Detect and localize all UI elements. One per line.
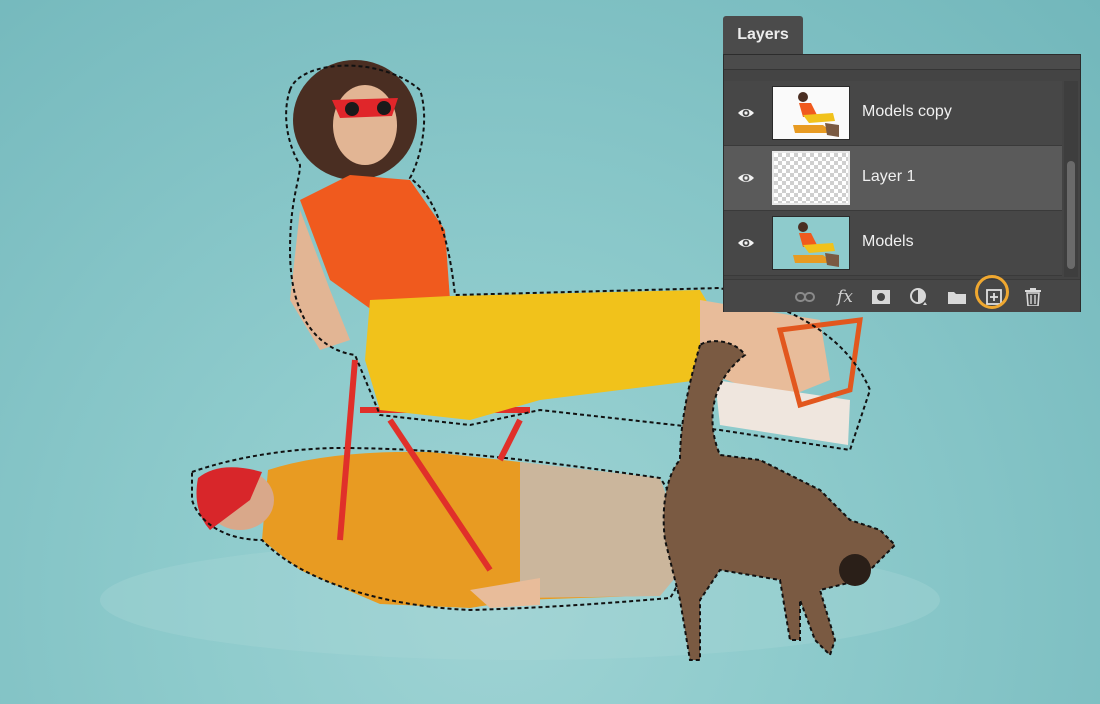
fx-icon: fx — [837, 287, 853, 307]
layer-name[interactable]: Models — [862, 233, 914, 251]
layer-thumbnail — [772, 86, 850, 140]
new-layer-icon — [986, 289, 1002, 305]
layer-thumbnail — [772, 151, 850, 205]
visibility-eye-icon[interactable] — [736, 103, 756, 123]
add-mask-button[interactable] — [870, 286, 892, 308]
layers-scrollbar[interactable] — [1064, 81, 1078, 277]
add-layer-style-button[interactable]: fx — [834, 286, 856, 308]
visibility-eye-icon[interactable] — [736, 168, 756, 188]
visibility-eye-icon[interactable] — [736, 233, 756, 253]
folder-icon — [948, 292, 966, 304]
layers-panel: Models copy Layer 1 Models fx — [723, 54, 1081, 312]
layers-list: Models copy Layer 1 Models — [724, 81, 1062, 276]
tab-layers[interactable]: Layers — [723, 16, 803, 54]
panel-header-bar — [724, 55, 1080, 70]
new-group-button[interactable] — [946, 286, 968, 308]
layer-name[interactable]: Layer 1 — [862, 168, 915, 186]
layer-name[interactable]: Models copy — [862, 103, 952, 121]
layers-footer-toolbar: fx — [724, 275, 1080, 312]
link-icon — [795, 292, 815, 302]
link-layers-button[interactable] — [794, 286, 816, 308]
scrollbar-thumb[interactable] — [1067, 161, 1075, 269]
new-adjustment-layer-button[interactable] — [908, 286, 930, 308]
delete-layer-button[interactable] — [1022, 286, 1044, 308]
new-layer-button[interactable] — [983, 286, 1005, 308]
trash-icon — [1025, 288, 1041, 306]
layer-thumbnail — [772, 216, 850, 270]
mask-icon — [872, 290, 890, 304]
adjustment-icon — [910, 288, 927, 305]
layer-row-models[interactable]: Models — [724, 211, 1062, 276]
layer-row-layer-1[interactable]: Layer 1 — [724, 146, 1062, 211]
layer-row-models-copy[interactable]: Models copy — [724, 81, 1062, 146]
